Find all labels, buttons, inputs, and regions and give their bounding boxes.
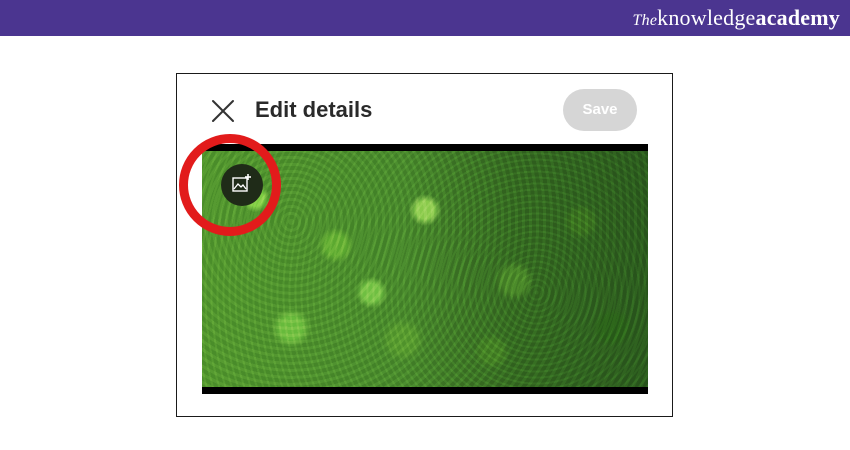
add-image-icon	[232, 174, 251, 192]
dialog-title: Edit details	[255, 97, 373, 122]
brand-prefix: The	[632, 12, 658, 29]
brand-middle: knowledge	[657, 5, 756, 30]
close-button[interactable]	[210, 98, 236, 124]
dialog-header: Edit details Save	[177, 74, 672, 144]
save-button[interactable]: Save	[563, 89, 637, 131]
close-icon	[212, 100, 234, 122]
brand-suffix: academy	[755, 5, 840, 30]
top-banner: Theknowledgeacademy	[0, 0, 850, 36]
screenshot-frame: Edit details Save	[176, 73, 673, 417]
forest-photo	[202, 151, 648, 387]
add-image-button[interactable]	[221, 164, 263, 206]
brand-logo: Theknowledgeacademy	[633, 4, 840, 35]
cover-image	[202, 144, 648, 394]
